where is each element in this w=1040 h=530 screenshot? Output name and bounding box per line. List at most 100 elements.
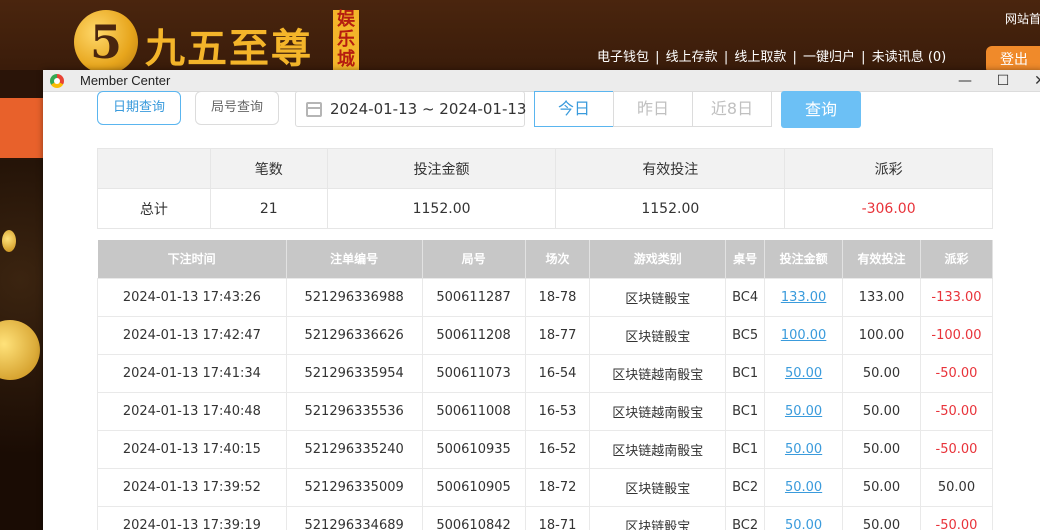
cell-bet-amount: 50.00 — [764, 391, 844, 431]
cell-bet-time: 2024-01-13 17:39:19 — [97, 505, 287, 530]
site-home-link[interactable]: 网站首 — [1005, 10, 1040, 27]
cell-payout: -133.00 — [919, 277, 994, 317]
tab-round-query[interactable]: 局号查询 — [195, 91, 279, 125]
bet-amount-link[interactable]: 50.00 — [785, 518, 822, 530]
window-titlebar: Member Center — ☐ ✕ — [43, 70, 1040, 92]
bet-amount-link[interactable]: 50.00 — [785, 442, 822, 457]
cell-game-type: 区块链越南骰宝 — [589, 429, 727, 469]
cell-round-no: 500610842 — [421, 505, 526, 530]
cell-session: 16-52 — [524, 429, 591, 469]
cell-bet-time: 2024-01-13 17:42:47 — [97, 315, 287, 355]
table-row: 2024-01-13 17:40:48 521296335536 500611008… — [97, 391, 994, 431]
cell-payout: 50.00 — [919, 467, 994, 507]
table-row: 2024-01-13 17:40:15 521296335240 500610935… — [97, 429, 994, 469]
cell-round-no: 500611008 — [421, 391, 526, 431]
cell-table-no: BC4 — [725, 277, 766, 317]
maximize-button[interactable]: ☐ — [988, 70, 1018, 92]
cell-bet-id: 521296335536 — [285, 391, 423, 431]
site-logo-text: 九五至尊 — [145, 25, 313, 72]
close-button[interactable]: ✕ — [1025, 70, 1040, 92]
nav-consolidate[interactable]: 一键归户 — [803, 50, 855, 65]
cell-valid-bet: 50.00 — [842, 353, 921, 393]
bet-amount-link[interactable]: 100.00 — [781, 328, 827, 343]
cell-bet-amount: 100.00 — [764, 315, 844, 355]
bet-amount-link[interactable]: 133.00 — [781, 290, 827, 305]
table-row: 2024-01-13 17:41:34 521296335954 500611073… — [97, 353, 994, 393]
col-bet-amount: 投注金额 — [764, 240, 844, 278]
cell-session: 18-71 — [524, 505, 591, 530]
col-bet-id: 注单编号 — [286, 240, 423, 278]
cell-valid-bet: 50.00 — [842, 505, 921, 530]
summary-header-bet: 投注金额 — [326, 148, 557, 189]
summary-count: 21 — [209, 188, 328, 229]
summary-header-row: 笔数 投注金额 有效投注 派彩 — [97, 148, 993, 189]
date-range-input[interactable]: 2024-01-13 ~ 2024-01-13 — [295, 91, 527, 127]
site-header: 5 九五至尊 娱乐城 电子钱包 | 线上存款 | 线上取款 | 一键归户 | 未… — [0, 0, 1040, 74]
last-8-days-button[interactable]: 近8日 — [692, 91, 772, 127]
summary-valid-bet: 1152.00 — [555, 188, 786, 229]
col-bet-time: 下注时间 — [97, 240, 287, 278]
summary-total-row: 总计 21 1152.00 1152.00 -306.00 — [97, 188, 993, 229]
side-decoration — [0, 160, 43, 530]
summary-header-payout: 派彩 — [784, 148, 993, 189]
nav-withdraw[interactable]: 线上取款 — [734, 50, 786, 65]
date-range-value: 2024-01-13 ~ 2024-01-13 — [330, 100, 527, 118]
cell-bet-amount: 133.00 — [764, 277, 844, 317]
detail-body: 2024-01-13 17:43:26 521296336988 500611287… — [97, 277, 994, 530]
cell-bet-time: 2024-01-13 17:43:26 — [97, 277, 287, 317]
cell-game-type: 区块链骰宝 — [589, 467, 727, 507]
cell-payout: -50.00 — [919, 353, 994, 393]
nav-deposit[interactable]: 线上存款 — [666, 50, 718, 65]
table-row: 2024-01-13 17:39:52 521296335009 500610905… — [97, 467, 994, 507]
cell-round-no: 500611287 — [421, 277, 526, 317]
today-button[interactable]: 今日 — [534, 91, 614, 127]
yesterday-button[interactable]: 昨日 — [613, 91, 693, 127]
summary-table: 笔数 投注金额 有效投注 派彩 总计 21 1152.00 1152.00 -3… — [97, 148, 993, 229]
table-row: 2024-01-13 17:39:19 521296334689 500610842… — [97, 505, 994, 530]
nav-messages[interactable]: 未读讯息 (0) — [872, 50, 947, 65]
cell-bet-time: 2024-01-13 17:40:48 — [97, 391, 287, 431]
cell-session: 18-72 — [524, 467, 591, 507]
summary-total-label: 总计 — [97, 188, 211, 229]
cell-bet-id: 521296335009 — [285, 467, 423, 507]
browser-app-icon — [50, 74, 64, 88]
cell-game-type: 区块链越南骰宝 — [589, 391, 727, 431]
cell-session: 18-78 — [524, 277, 591, 317]
top-nav: 电子钱包 | 线上存款 | 线上取款 | 一键归户 | 未读讯息 (0) — [597, 50, 947, 65]
cell-table-no: BC2 — [725, 467, 766, 507]
bet-amount-link[interactable]: 50.00 — [785, 366, 822, 381]
col-payout: 派彩 — [920, 240, 994, 278]
cell-game-type: 区块链骰宝 — [589, 277, 727, 317]
cell-valid-bet: 50.00 — [842, 391, 921, 431]
cell-bet-time: 2024-01-13 17:41:34 — [97, 353, 287, 393]
summary-payout: -306.00 — [784, 188, 993, 229]
cell-bet-time: 2024-01-13 17:40:15 — [97, 429, 287, 469]
side-banner — [0, 98, 43, 158]
window-title: Member Center — [80, 73, 171, 88]
cell-valid-bet: 133.00 — [842, 277, 921, 317]
bet-amount-link[interactable]: 50.00 — [785, 480, 822, 495]
cell-table-no: BC1 — [725, 353, 766, 393]
cell-bet-amount: 50.00 — [764, 353, 844, 393]
cell-round-no: 500610935 — [421, 429, 526, 469]
minimize-button[interactable]: — — [950, 70, 980, 92]
nav-wallet[interactable]: 电子钱包 — [597, 50, 649, 65]
cell-bet-id: 521296336988 — [285, 277, 423, 317]
cell-bet-amount: 50.00 — [764, 429, 844, 469]
tab-date-query[interactable]: 日期查询 — [97, 91, 181, 125]
cell-table-no: BC2 — [725, 505, 766, 530]
query-button[interactable]: 查询 — [781, 91, 861, 128]
bet-detail-table: 下注时间 注单编号 局号 场次 游戏类别 桌号 投注金额 有效投注 派彩 202… — [97, 240, 994, 530]
cell-game-type: 区块链骰宝 — [589, 315, 727, 355]
col-round-no: 局号 — [422, 240, 526, 278]
cell-bet-amount: 50.00 — [764, 467, 844, 507]
cell-table-no: BC1 — [725, 391, 766, 431]
cell-bet-id: 521296336626 — [285, 315, 423, 355]
cell-bet-time: 2024-01-13 17:39:52 — [97, 467, 287, 507]
bet-amount-link[interactable]: 50.00 — [785, 404, 822, 419]
cell-game-type: 区块链越南骰宝 — [589, 353, 727, 393]
cell-round-no: 500610905 — [421, 467, 526, 507]
cell-table-no: BC1 — [725, 429, 766, 469]
cell-valid-bet: 50.00 — [842, 429, 921, 469]
cell-bet-id: 521296334689 — [285, 505, 423, 530]
